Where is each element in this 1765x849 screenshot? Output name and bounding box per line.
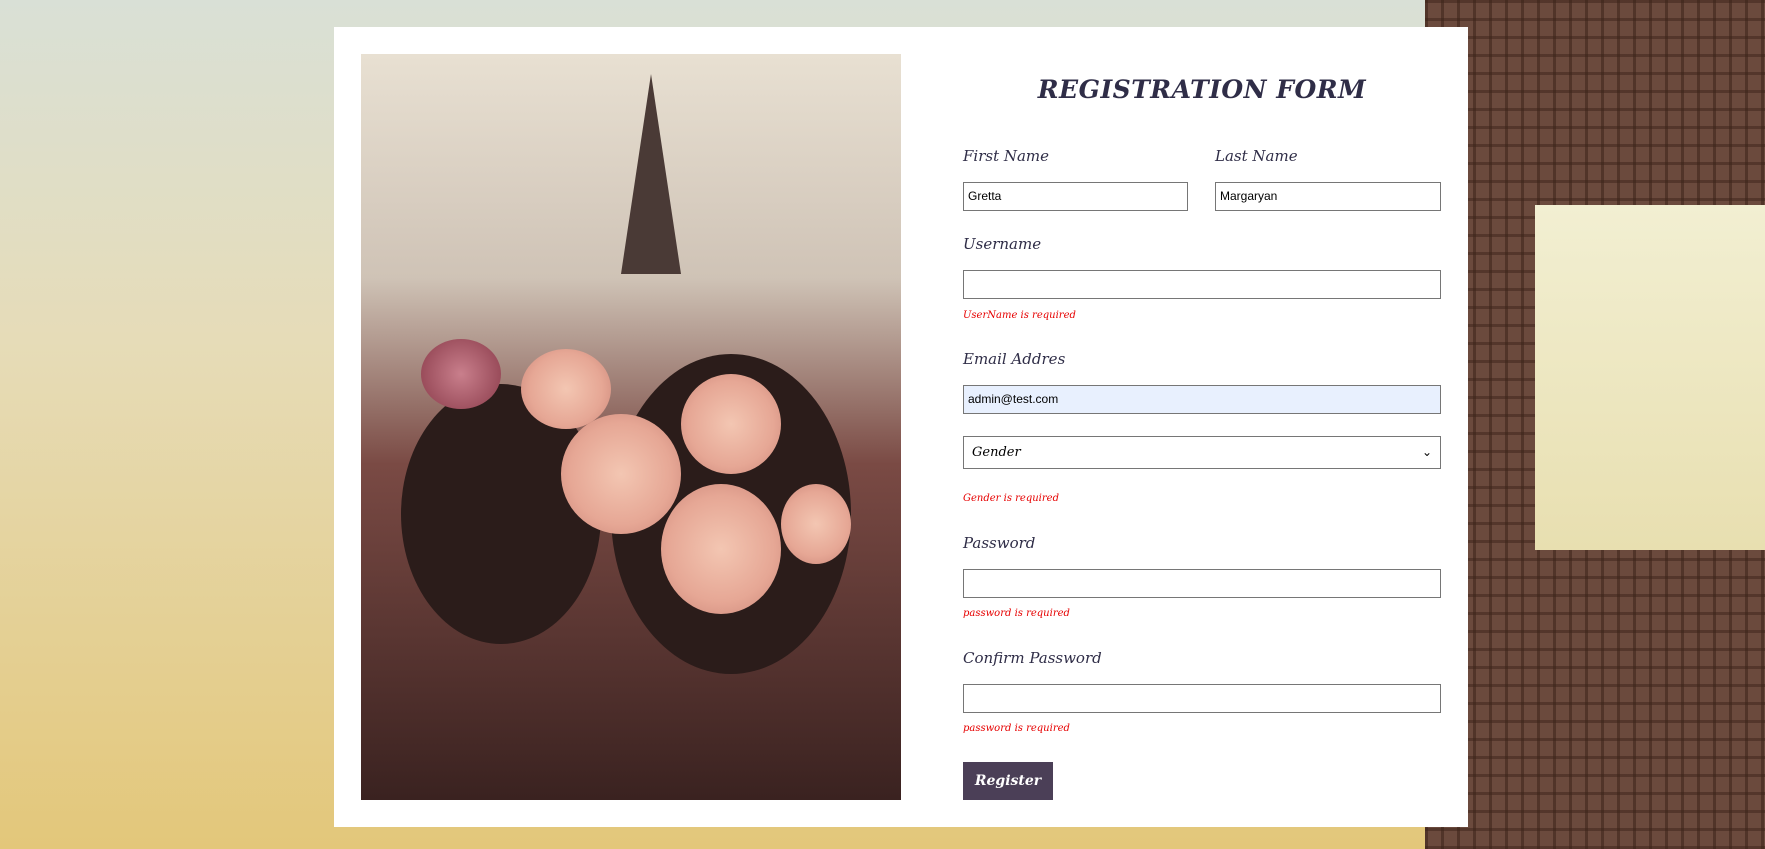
photo-rose <box>561 414 681 534</box>
password-input[interactable] <box>963 569 1441 598</box>
confirm-password-label: Confirm Password <box>963 649 1102 667</box>
last-name-input[interactable]: Margaryan <box>1215 182 1441 211</box>
password-label: Password <box>963 534 1036 552</box>
password-error: password is required <box>963 608 1070 619</box>
gender-error: Gender is required <box>963 493 1059 504</box>
photo-eiffel-tower <box>621 74 681 274</box>
gender-select[interactable]: Gender ⌄ <box>963 436 1441 469</box>
form-title: REGISTRATION FORM <box>1037 75 1367 104</box>
photo-flower <box>421 339 501 409</box>
photo-rose <box>521 349 611 429</box>
email-label: Email Addres <box>963 350 1066 368</box>
background-eiffel-tower <box>1425 0 1765 849</box>
register-button[interactable]: Register <box>963 762 1053 800</box>
username-input[interactable] <box>963 270 1441 299</box>
photo-rose <box>781 484 851 564</box>
first-name-label: First Name <box>963 147 1050 165</box>
username-label: Username <box>963 235 1042 253</box>
last-name-label: Last Name <box>1215 147 1298 165</box>
confirm-password-error: password is required <box>963 723 1070 734</box>
photo-rose <box>681 374 781 474</box>
confirm-password-input[interactable] <box>963 684 1441 713</box>
username-error: UserName is required <box>963 310 1076 321</box>
first-name-input[interactable]: Gretta <box>963 182 1188 211</box>
photo-rose <box>661 484 781 614</box>
chevron-down-icon: ⌄ <box>1421 445 1432 459</box>
bouquet-photo <box>361 54 901 800</box>
email-input[interactable]: admin@test.com <box>963 385 1441 414</box>
gender-select-value: Gender <box>972 445 1021 460</box>
registration-card: REGISTRATION FORM First Name Gretta Last… <box>334 27 1468 827</box>
